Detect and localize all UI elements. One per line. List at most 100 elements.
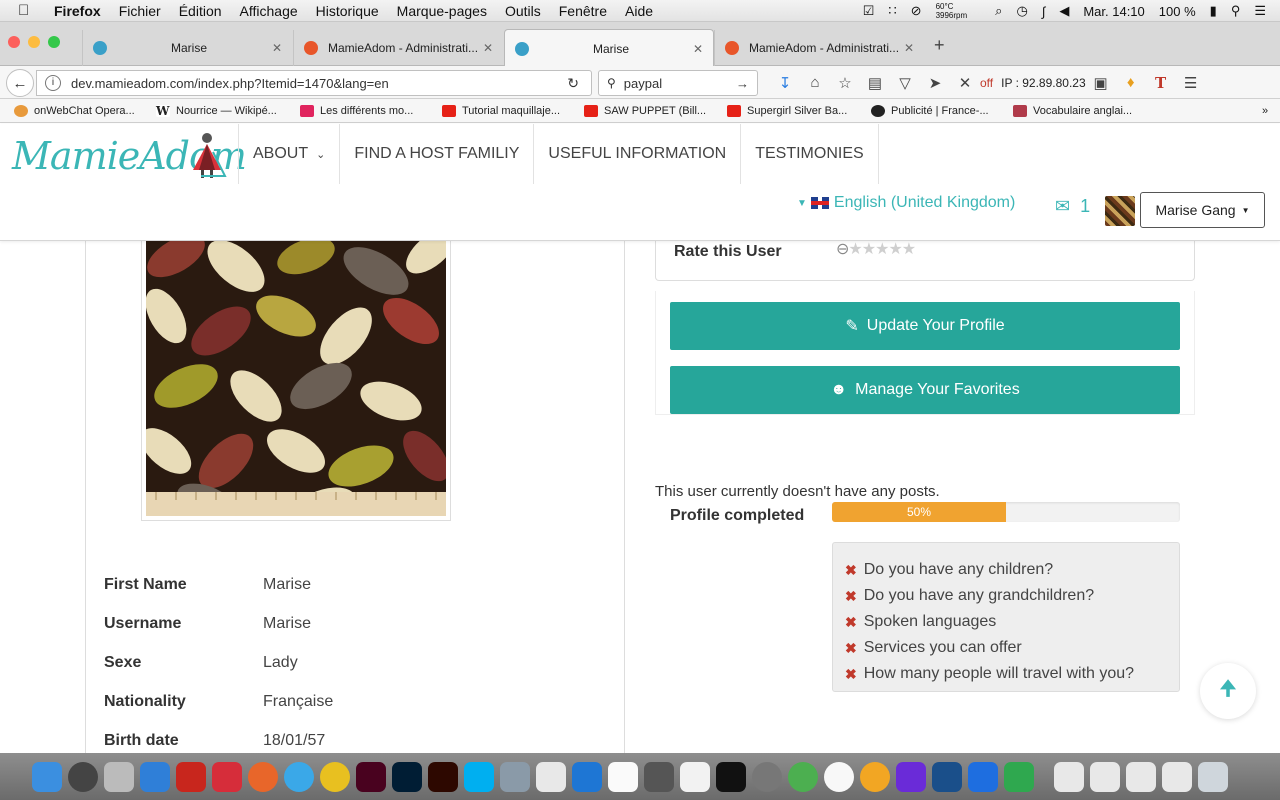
list-item[interactable]: ✖ Services you can offer <box>845 635 1179 661</box>
spotlight-icon[interactable]: ⚲ <box>1231 3 1241 19</box>
filezilla-icon[interactable] <box>176 761 206 792</box>
menu-affichage[interactable]: Affichage <box>240 3 298 19</box>
upload-icon[interactable] <box>788 761 818 792</box>
bookmark-item[interactable]: Les différents mo... <box>300 104 413 117</box>
star-icon[interactable]: ★ <box>862 241 876 258</box>
menu-aide[interactable]: Aide <box>625 3 653 19</box>
close-tab-icon[interactable]: ✕ <box>904 41 914 55</box>
search-go-icon[interactable]: → <box>736 76 749 91</box>
translate-icon[interactable]: T <box>1146 74 1176 92</box>
bookmark-item[interactable]: Tutorial maquillaje... <box>442 104 560 117</box>
tab-mamieadom-admin-1[interactable]: MamieAdom - Administrati... ✕ <box>293 30 503 66</box>
photoshop-icon[interactable] <box>392 761 422 792</box>
vectorworks-icon[interactable] <box>968 761 998 792</box>
search-bar[interactable]: ⚲ paypal → <box>598 70 758 96</box>
bookmark-star-icon[interactable]: ☆ <box>830 74 860 92</box>
downloads-icon[interactable]: ↧ <box>770 74 800 92</box>
finder-icon[interactable] <box>32 761 62 792</box>
messages-link[interactable]: ✉ 1 <box>1055 196 1090 217</box>
mail-icon[interactable] <box>536 761 566 792</box>
menu-fichier[interactable]: Fichier <box>119 3 161 19</box>
time-machine-icon[interactable]: ◷ <box>1016 3 1027 19</box>
temperature-readout[interactable]: 60°C 3996rpm <box>936 2 982 20</box>
indesign-icon[interactable] <box>356 761 386 792</box>
close-tab-icon[interactable]: ✕ <box>272 41 282 55</box>
itunes-icon[interactable] <box>824 761 854 792</box>
bookmark-item[interactable]: Vocabulaire anglai... <box>1013 104 1132 117</box>
site-info-icon[interactable]: i <box>45 75 61 91</box>
bookmarks-overflow-icon[interactable]: » <box>1262 105 1268 117</box>
bookmark-item[interactable]: onWebChat Opera... <box>14 104 135 117</box>
document-icon[interactable] <box>1126 761 1156 792</box>
new-tab-icon[interactable]: + <box>934 35 945 56</box>
reload-icon[interactable]: ↻ <box>567 75 579 92</box>
update-profile-button[interactable]: ✎ Update Your Profile <box>670 302 1180 350</box>
disk-icon[interactable] <box>68 761 98 792</box>
screenshot-icon[interactable]: ▣ <box>1086 74 1116 92</box>
system-preferences-icon[interactable] <box>752 761 782 792</box>
strawberry-icon[interactable] <box>212 761 242 792</box>
scroll-to-top-button[interactable]: 🠉 <box>1200 663 1256 719</box>
bookmark-item[interactable]: SAW PUPPET (Bill... <box>584 104 706 117</box>
volume-icon[interactable]: ◀ <box>1059 3 1069 19</box>
chrome-icon[interactable] <box>320 761 350 792</box>
textedit-icon[interactable] <box>680 761 710 792</box>
extension-icon[interactable]: ♦ <box>1116 74 1146 91</box>
menu-marque-pages[interactable]: Marque-pages <box>397 3 487 19</box>
document-icon[interactable] <box>1090 761 1120 792</box>
quicktime-icon[interactable] <box>932 761 962 792</box>
star-icon[interactable]: ★ <box>902 241 916 258</box>
sourcetree-icon[interactable] <box>1004 761 1034 792</box>
app-a-icon[interactable] <box>140 761 170 792</box>
rating-stars[interactable]: ⊖★★★★★ <box>836 241 916 259</box>
user-avatar[interactable] <box>1105 196 1135 226</box>
star-icon[interactable]: ★ <box>848 241 862 258</box>
language-selector[interactable]: ▼ English (United Kingdom) <box>797 194 1015 212</box>
document-icon[interactable] <box>1162 761 1192 792</box>
trash-icon[interactable] <box>1198 761 1228 792</box>
clock[interactable]: Mar. 14:10 <box>1083 4 1144 19</box>
tab-marise-active[interactable]: Marise ✕ <box>504 29 714 67</box>
search-input[interactable]: paypal <box>624 76 662 91</box>
user-menu-button[interactable]: Marise Gang ▼ <box>1140 192 1265 228</box>
menu-fenetre[interactable]: Fenêtre <box>559 3 607 19</box>
tab-marise-1[interactable]: Marise ✕ <box>82 30 292 66</box>
menu-outils[interactable]: Outils <box>505 3 541 19</box>
check-icon[interactable]: ☑ <box>863 3 875 19</box>
close-tab-icon[interactable]: ✕ <box>483 41 493 55</box>
close-x-icon[interactable]: ✕ <box>950 74 980 92</box>
utilities-icon[interactable] <box>644 761 674 792</box>
help-icon[interactable] <box>104 761 134 792</box>
firefox-icon[interactable] <box>248 761 278 792</box>
mail-app-icon[interactable] <box>572 761 602 792</box>
safari-icon[interactable] <box>284 761 314 792</box>
photos-icon[interactable] <box>860 761 890 792</box>
imovie-icon[interactable] <box>896 761 926 792</box>
grid-icon[interactable]: ∷ <box>888 3 896 19</box>
nav-about[interactable]: ABOUT ⌄ <box>238 124 339 184</box>
close-tab-icon[interactable]: ✕ <box>693 42 703 56</box>
menu-app-name[interactable]: Firefox <box>54 3 101 19</box>
apple-menu-icon[interactable]:  <box>18 2 38 19</box>
list-item[interactable]: ✖ Do you have any grandchildren? <box>845 583 1179 609</box>
nav-useful-information[interactable]: USEFUL INFORMATION <box>533 124 740 184</box>
reset-rating-icon[interactable]: ⊖ <box>836 241 849 258</box>
activity-monitor-icon[interactable] <box>716 761 746 792</box>
hamburger-menu-icon[interactable]: ☰ <box>1176 74 1206 92</box>
close-window-icon[interactable] <box>8 36 20 48</box>
reading-list-icon[interactable]: ▤ <box>860 74 890 92</box>
list-item[interactable]: ✖ Do you have any children? <box>845 557 1179 583</box>
bluetooth-icon[interactable]: ∫ <box>1042 4 1046 19</box>
manage-favorites-button[interactable]: ☻ Manage Your Favorites <box>670 366 1180 414</box>
menu-historique[interactable]: Historique <box>316 3 379 19</box>
url-bar[interactable]: i dev.mamieadom.com/index.php?Itemid=147… <box>36 70 592 96</box>
pocket-icon[interactable]: ▽ <box>890 74 920 92</box>
do-not-disturb-icon[interactable]: ⊘ <box>911 3 922 19</box>
zoom-window-icon[interactable] <box>48 36 60 48</box>
nav-testimonies[interactable]: TESTIMONIES <box>740 124 879 184</box>
bookmark-item[interactable]: W Nourrice — Wikipé... <box>156 104 277 117</box>
bookmark-item[interactable]: Supergirl Silver Ba... <box>727 104 847 117</box>
acrobat-icon[interactable] <box>608 761 638 792</box>
skype-icon[interactable] <box>464 761 494 792</box>
tab-mamieadom-admin-2[interactable]: MamieAdom - Administrati... ✕ <box>714 30 924 66</box>
